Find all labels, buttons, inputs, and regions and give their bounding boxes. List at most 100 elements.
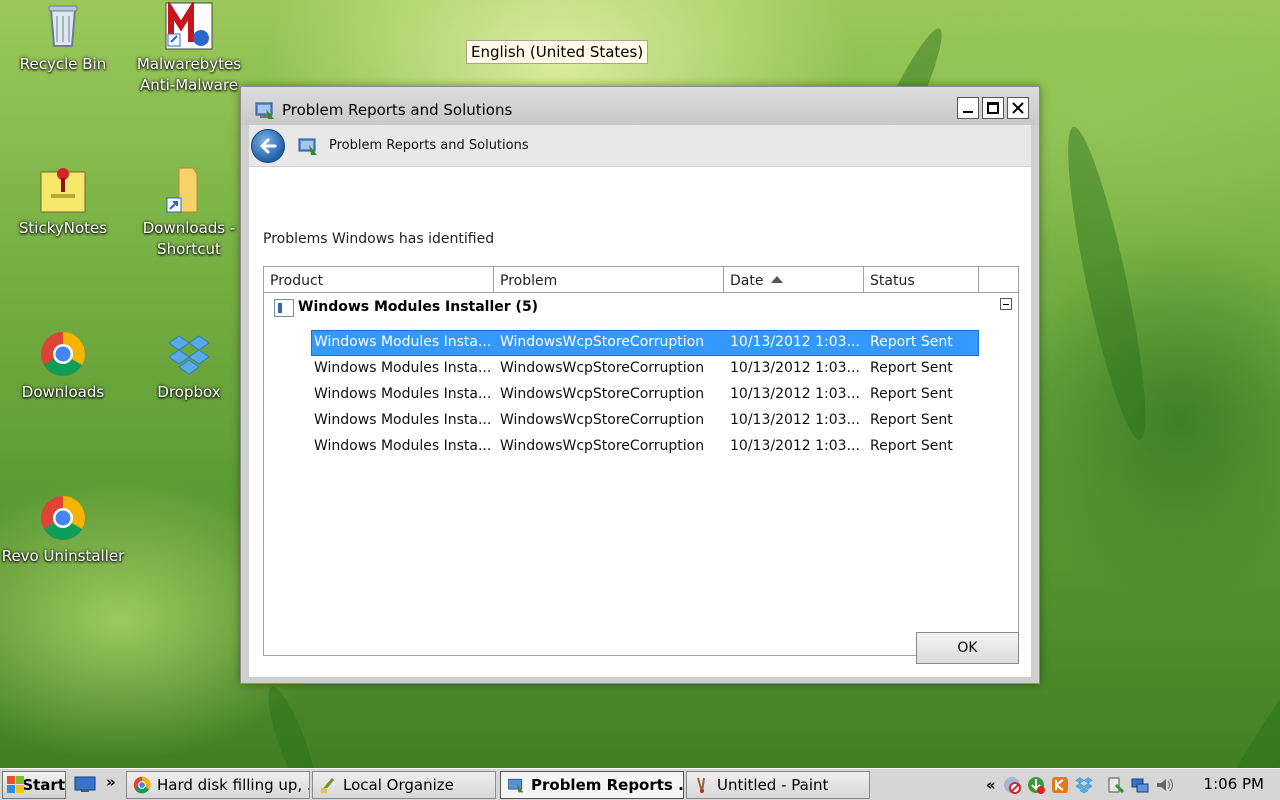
app-tray-icon[interactable] — [1050, 775, 1070, 795]
window-content: Problem Reports and Solutions Problems W… — [249, 125, 1031, 677]
minimize-icon — [963, 111, 973, 113]
window-title: Problem Reports and Solutions — [282, 101, 513, 119]
minimize-button[interactable] — [957, 97, 979, 119]
cell-status: Report Sent — [870, 438, 953, 454]
close-icon — [1012, 102, 1024, 114]
cell-problem: WindowsWcpStoreCorruption — [500, 386, 705, 402]
clock[interactable]: 1:06 PM — [1204, 775, 1264, 793]
desktop-icon-revo-uninstaller[interactable]: Revo Uninstaller — [0, 494, 126, 567]
sort-ascending-icon — [771, 276, 784, 283]
volume-icon[interactable] — [1154, 775, 1174, 795]
back-arrow-icon — [260, 138, 277, 154]
nav-title: Problem Reports and Solutions — [329, 138, 529, 153]
desktop-icon-downloads[interactable]: Downloads — [0, 330, 126, 403]
group-icon — [274, 299, 294, 317]
desktop-icon-label: Recycle Bin — [19, 55, 107, 73]
column-header-date[interactable]: Date — [724, 267, 864, 293]
back-button[interactable] — [251, 129, 285, 163]
cell-date: 10/13/2012 1:03... — [730, 360, 860, 376]
paint-icon — [697, 777, 705, 793]
desktop-icon-malwarebytes[interactable]: Malwarebytes Anti-Malware — [126, 0, 252, 96]
language-tooltip: English (United States) — [466, 40, 649, 64]
close-button[interactable] — [1007, 97, 1029, 119]
cell-date: 10/13/2012 1:03... — [730, 438, 860, 454]
windows-logo-icon — [7, 776, 24, 794]
column-header-label: Date — [730, 273, 764, 289]
cell-product: Windows Modules Insta... — [314, 438, 492, 454]
table-row[interactable]: Windows Modules Insta... WindowsWcpStore… — [312, 435, 978, 459]
chrome-icon — [39, 330, 87, 378]
column-header-problem[interactable]: Problem — [494, 267, 724, 293]
ok-button[interactable]: OK — [916, 632, 1019, 664]
desktop-icon-downloads-shortcut[interactable]: Downloads - Shortcut — [126, 166, 252, 260]
cell-product: Windows Modules Insta... — [314, 386, 492, 402]
cell-date: 10/13/2012 1:03... — [730, 412, 860, 428]
list-header: Product Problem Date Status — [264, 267, 1018, 293]
taskbar-item-chrome[interactable]: Hard disk filling up, ... — [126, 771, 310, 799]
show-desktop-icon[interactable] — [74, 775, 96, 793]
cell-problem: WindowsWcpStoreCorruption — [500, 412, 705, 428]
minus-icon — [1003, 303, 1009, 305]
problem-reports-icon — [254, 99, 276, 121]
network-icon[interactable] — [1130, 775, 1150, 795]
desktop-icon-label: StickyNotes — [18, 219, 108, 237]
taskbar-item-local-organize[interactable]: Local Organize — [312, 771, 496, 799]
chrome-icon — [133, 776, 151, 794]
problem-reports-icon — [508, 778, 524, 793]
cell-product: Windows Modules Insta... — [314, 412, 492, 428]
maximize-button[interactable] — [982, 97, 1004, 119]
cell-product: Windows Modules Insta... — [314, 360, 492, 376]
cell-status: Report Sent — [870, 360, 953, 376]
desktop-icon-dropbox[interactable]: Dropbox — [126, 330, 252, 403]
table-row[interactable]: Windows Modules Insta... WindowsWcpStore… — [312, 357, 978, 381]
taskbar-item-label: Untitled - Paint — [717, 776, 829, 794]
tray-expand-button[interactable]: « — [986, 776, 996, 794]
folder-shortcut-icon — [165, 166, 213, 214]
table-row[interactable]: Windows Modules Insta... WindowsWcpStore… — [312, 409, 978, 433]
table-row[interactable]: Windows Modules Insta... WindowsWcpStore… — [311, 330, 979, 356]
start-button[interactable]: Start — [2, 771, 66, 799]
desktop-icon-label: Revo Uninstaller — [1, 547, 125, 565]
dropbox-icon — [165, 330, 213, 378]
cell-date: 10/13/2012 1:03... — [730, 386, 860, 402]
malwarebytes-icon — [165, 0, 213, 50]
column-header-status[interactable]: Status — [864, 267, 979, 293]
desktop-icon-label: Downloads - Shortcut — [142, 219, 236, 258]
desktop-icon-label: Malwarebytes Anti-Malware — [136, 55, 242, 94]
security-warning-icon[interactable] — [1002, 775, 1022, 795]
cell-status: Report Sent — [870, 386, 953, 402]
problem-list: Product Problem Date Status Windows Modu… — [263, 266, 1019, 656]
desktop-icon-sticky-notes[interactable]: StickyNotes — [0, 166, 126, 239]
safely-remove-hardware-icon[interactable] — [1106, 775, 1126, 795]
recycle-bin-icon — [39, 2, 87, 50]
start-label: Start — [22, 776, 65, 794]
column-header-product[interactable]: Product — [264, 267, 494, 293]
group-title: Windows Modules Installer (5) — [298, 299, 539, 315]
table-row[interactable]: Windows Modules Insta... WindowsWcpStore… — [312, 383, 978, 407]
group-header[interactable]: Windows Modules Installer (5) — [272, 298, 1012, 320]
cell-product: Windows Modules Insta... — [314, 334, 492, 350]
taskbar-item-label: Problem Reports ... — [531, 776, 684, 794]
collapse-group-button[interactable] — [1000, 298, 1012, 310]
quick-launch-overflow[interactable]: » — [106, 773, 116, 791]
taskbar-item-label: Hard disk filling up, ... — [157, 776, 310, 794]
cell-status: Report Sent — [870, 334, 953, 350]
desktop-icon-recycle-bin[interactable]: Recycle Bin — [0, 2, 126, 75]
desktop-icon-label: Downloads — [21, 383, 105, 401]
download-icon[interactable] — [1026, 775, 1046, 795]
sticky-notes-icon — [39, 166, 87, 214]
problem-reports-icon — [297, 135, 319, 157]
column-header-label: Status — [870, 273, 915, 289]
title-bar[interactable]: Problem Reports and Solutions — [241, 87, 1039, 125]
cell-date: 10/13/2012 1:03... — [730, 334, 860, 350]
desktop-icon-label: Dropbox — [157, 383, 221, 401]
cell-problem: WindowsWcpStoreCorruption — [500, 438, 705, 454]
column-header-blank — [979, 267, 1019, 293]
taskbar: Start » Hard disk filling up, ... Local … — [0, 768, 1280, 800]
problem-reports-window: Problem Reports and Solutions Problem Re… — [240, 86, 1040, 684]
taskbar-item-paint[interactable]: Untitled - Paint — [686, 771, 870, 799]
page-heading: Problems Windows has identified — [263, 231, 495, 247]
cell-problem: WindowsWcpStoreCorruption — [500, 360, 705, 376]
dropbox-icon[interactable] — [1074, 775, 1094, 795]
taskbar-item-problem-reports[interactable]: Problem Reports ... — [500, 771, 684, 799]
